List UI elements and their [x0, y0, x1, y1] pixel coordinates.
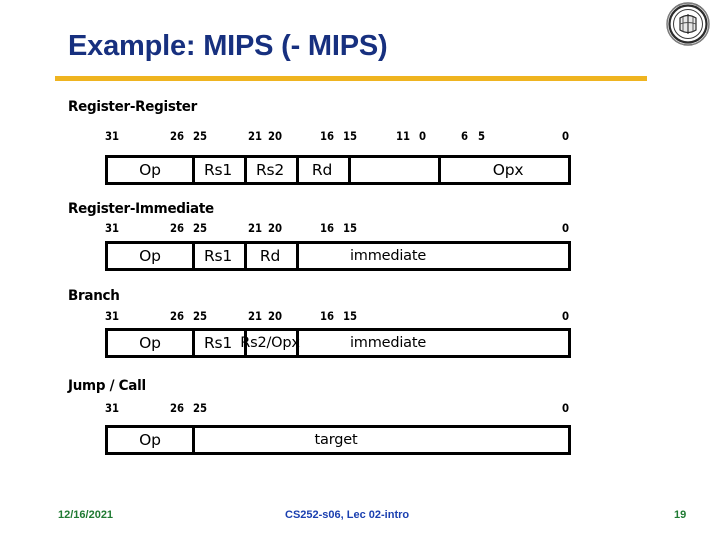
field-divider [296, 244, 299, 268]
instruction-word-branch: Op Rs1 Rs2/Opx immediate [105, 328, 571, 358]
bit-label: 15 [343, 221, 358, 235]
field-divider [192, 244, 195, 268]
field-name: Op [139, 431, 161, 449]
bit-label: 11 [396, 129, 411, 143]
page-title: Example: MIPS (- MIPS) [68, 30, 388, 62]
bit-label: 31 [105, 309, 120, 323]
field-name: Op [139, 334, 161, 352]
field-name: Rs2 [255, 161, 285, 179]
bit-label: 20 [268, 221, 283, 235]
format-label-register-immediate: Register-Immediate [68, 201, 214, 217]
format-label-branch: Branch [68, 288, 120, 304]
bit-label: 25 [193, 221, 208, 235]
field-name: Op [139, 161, 161, 179]
bit-label: 15 [343, 129, 358, 143]
field-divider [438, 158, 441, 182]
bit-label: 25 [193, 309, 208, 323]
instruction-word-register-immediate: Op Rs1 Rd immediate [105, 241, 571, 271]
bit-label: 31 [105, 129, 120, 143]
footer-course-info: CS252-s06, Lec 02-intro [285, 509, 410, 521]
bit-label: 25 [193, 129, 208, 143]
bit-label: 21 [248, 309, 263, 323]
bit-label: 0 [562, 129, 570, 143]
field-name: Rd [311, 161, 333, 179]
field-divider [192, 158, 195, 182]
bit-label: 26 [170, 129, 185, 143]
footer-page-number: 19 [674, 509, 687, 521]
bit-label: 20 [268, 309, 283, 323]
bit-label: 0 [562, 309, 570, 323]
bit-label: 16 [320, 129, 335, 143]
bit-label: 0 [562, 221, 570, 235]
field-divider [348, 158, 351, 182]
field-name: Rs2/Opx [240, 335, 300, 351]
university-seal-icon [666, 2, 710, 46]
bit-label: 5 [478, 129, 486, 143]
bit-label: 20 [268, 129, 283, 143]
field-name: Rd [259, 247, 281, 265]
format-label-register-register: Register-Register [68, 99, 198, 115]
field-divider [296, 158, 299, 182]
field-name: Op [139, 247, 161, 265]
bit-label: 15 [343, 309, 358, 323]
instruction-word-register-register: Op Rs1 Rs2 Rd Opx [105, 155, 571, 185]
field-name: Rs1 [203, 334, 233, 352]
bit-label: 16 [320, 309, 335, 323]
bit-label: 31 [105, 221, 120, 235]
field-name: Opx [492, 161, 524, 179]
field-divider [244, 158, 247, 182]
bit-label: 26 [170, 401, 185, 415]
bit-label: 21 [248, 129, 263, 143]
field-divider [192, 428, 195, 452]
footer-date: 12/16/2021 [58, 509, 114, 521]
field-divider [192, 331, 195, 355]
field-name: Rs1 [203, 247, 233, 265]
bit-label: 26 [170, 221, 185, 235]
instruction-word-jump-call: Op target [105, 425, 571, 455]
field-name: immediate [349, 248, 427, 264]
bit-label: 16 [320, 221, 335, 235]
title-divider-rule [55, 76, 647, 81]
bit-label: 6 [461, 129, 469, 143]
bit-label: 26 [170, 309, 185, 323]
field-name: immediate [349, 335, 427, 351]
format-label-jump-call: Jump / Call [68, 378, 146, 394]
bit-label: 0 [562, 401, 570, 415]
bit-label: 25 [193, 401, 208, 415]
field-name: Rs1 [203, 161, 233, 179]
bit-label: 0 [419, 129, 427, 143]
field-name: target [314, 432, 358, 448]
field-divider [244, 244, 247, 268]
bit-label: 31 [105, 401, 120, 415]
bit-label: 21 [248, 221, 263, 235]
